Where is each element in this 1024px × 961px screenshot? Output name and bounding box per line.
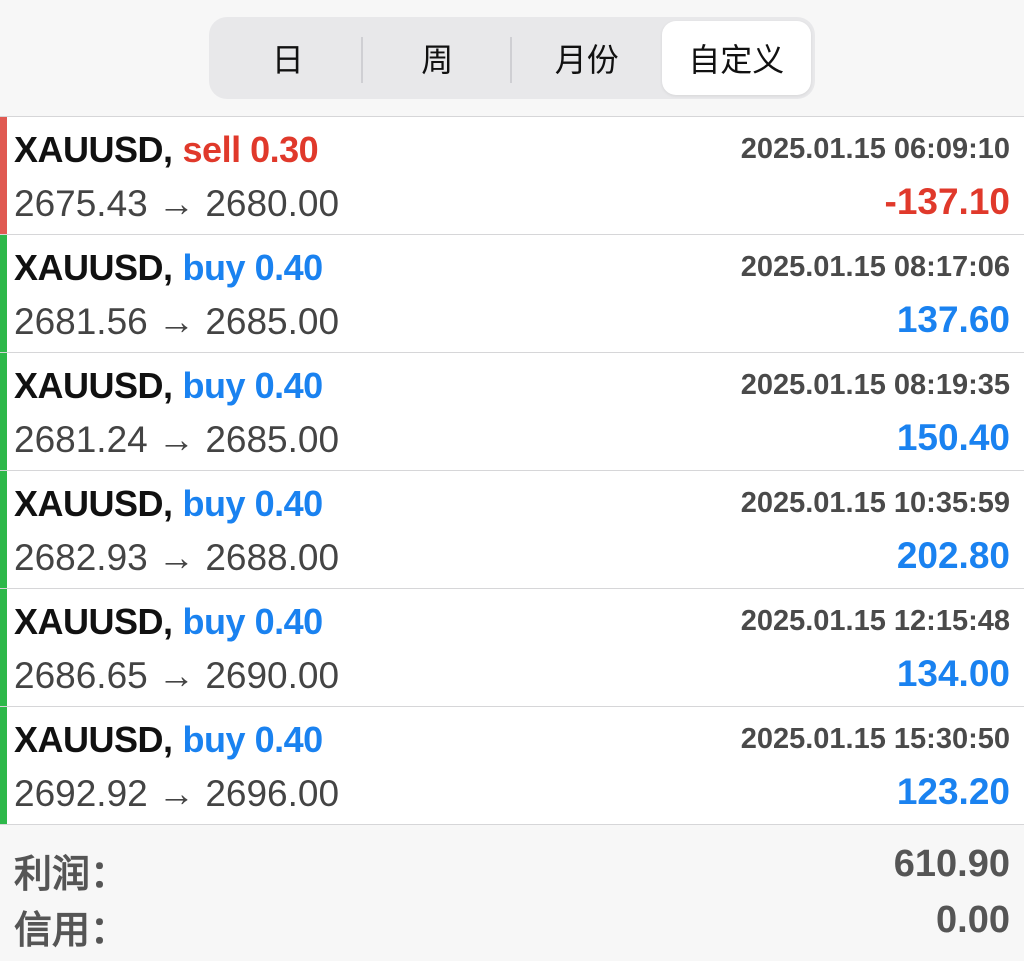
trade-profit-loss: 150.40 [896, 417, 1010, 458]
close-price: 2680.00 [205, 183, 340, 224]
close-price: 2685.00 [205, 301, 340, 342]
trade-title: XAUUSD, buy 0.40 [14, 601, 323, 643]
trade-profit-loss: 137.60 [896, 299, 1010, 340]
period-header: 日 周 月份 自定义 [0, 0, 1024, 116]
side-indicator-bar [0, 707, 7, 824]
trade-volume: 0.40 [254, 601, 324, 642]
trade-row[interactable]: XAUUSD, sell 0.30 2025.01.15 06:09:10 267… [0, 117, 1024, 235]
profit-total: 610.90 [893, 843, 1010, 885]
trade-volume: 0.40 [254, 719, 324, 760]
credit-total: 0.00 [936, 899, 1010, 941]
trade-prices: 2675.43 → 2680.00 [14, 183, 340, 224]
trade-side: buy [182, 483, 246, 524]
side-indicator-bar [0, 235, 7, 352]
trade-side: sell [182, 129, 242, 170]
close-price: 2685.00 [205, 419, 340, 460]
open-price: 2686.65 [14, 655, 148, 696]
trade-prices: 2682.93 → 2688.00 [14, 537, 340, 578]
trade-prices: 2692.92 → 2696.00 [14, 773, 340, 814]
trade-symbol: XAUUSD, [14, 483, 173, 524]
side-indicator-bar [0, 353, 7, 470]
trade-volume: 0.40 [254, 365, 324, 406]
trade-title: XAUUSD, buy 0.40 [14, 719, 323, 761]
trade-row[interactable]: XAUUSD, buy 0.40 2025.01.15 08:19:35 2681… [0, 353, 1024, 471]
side-indicator-bar [0, 471, 7, 588]
trade-prices: 2686.65 → 2690.00 [14, 655, 340, 696]
open-price: 2681.24 [14, 419, 148, 460]
trade-time: 2025.01.15 08:17:06 [740, 251, 1010, 283]
trade-row[interactable]: XAUUSD, buy 0.40 2025.01.15 10:35:59 2682… [0, 471, 1024, 589]
trade-symbol: XAUUSD, [14, 365, 173, 406]
credit-summary-row: 信用： 0.00 [0, 883, 1024, 952]
tab-custom[interactable]: 自定义 [661, 21, 811, 95]
tab-day[interactable]: 日 [213, 21, 363, 95]
trade-prices: 2681.56 → 2685.00 [14, 301, 340, 342]
trade-title: XAUUSD, sell 0.30 [14, 129, 319, 171]
trade-time: 2025.01.15 10:35:59 [740, 487, 1010, 519]
tab-week[interactable]: 周 [363, 21, 513, 95]
trade-volume: 0.40 [254, 247, 324, 288]
period-segmented-control: 日 周 月份 自定义 [209, 17, 815, 99]
side-indicator-bar [0, 117, 7, 234]
trade-profit-loss: 123.20 [896, 771, 1010, 812]
trade-profit-loss: -137.10 [884, 181, 1011, 222]
close-price: 2690.00 [205, 655, 340, 696]
trade-time: 2025.01.15 12:15:48 [740, 605, 1010, 637]
account-summary: 利润： 610.90 信用： 0.00 [0, 827, 1024, 961]
side-indicator-bar [0, 589, 7, 706]
trade-prices: 2681.24 → 2685.00 [14, 419, 340, 460]
trade-time: 2025.01.15 15:30:50 [740, 723, 1010, 755]
trade-symbol: XAUUSD, [14, 719, 173, 760]
trade-side: buy [182, 247, 246, 288]
trade-symbol: XAUUSD, [14, 601, 173, 642]
trade-side: buy [182, 601, 246, 642]
profit-summary-row: 利润： 610.90 [0, 827, 1024, 896]
trade-symbol: XAUUSD, [14, 247, 173, 288]
credit-label: 信用： [14, 910, 129, 952]
tab-month[interactable]: 月份 [512, 21, 662, 95]
open-price: 2692.92 [14, 773, 148, 814]
trade-profit-loss: 202.80 [896, 535, 1010, 576]
open-price: 2681.56 [14, 301, 148, 342]
trade-side: buy [182, 365, 246, 406]
close-price: 2688.00 [205, 537, 340, 578]
trade-history-list: XAUUSD, sell 0.30 2025.01.15 06:09:10 267… [0, 116, 1024, 825]
close-price: 2696.00 [205, 773, 340, 814]
trade-time: 2025.01.15 08:19:35 [740, 369, 1010, 401]
open-price: 2682.93 [14, 537, 148, 578]
trade-title: XAUUSD, buy 0.40 [14, 365, 323, 407]
trade-row[interactable]: XAUUSD, buy 0.40 2025.01.15 12:15:48 2686… [0, 589, 1024, 707]
trade-title: XAUUSD, buy 0.40 [14, 483, 323, 525]
trade-profit-loss: 134.00 [896, 653, 1010, 694]
trade-row[interactable]: XAUUSD, buy 0.40 2025.01.15 08:17:06 2681… [0, 235, 1024, 353]
trade-volume: 0.30 [250, 129, 319, 170]
trade-title: XAUUSD, buy 0.40 [14, 247, 323, 289]
trade-row[interactable]: XAUUSD, buy 0.40 2025.01.15 15:30:50 2692… [0, 707, 1024, 825]
trade-side: buy [182, 719, 246, 760]
trade-time: 2025.01.15 06:09:10 [740, 133, 1010, 165]
open-price: 2675.43 [14, 183, 148, 224]
trade-volume: 0.40 [254, 483, 324, 524]
trade-symbol: XAUUSD, [14, 129, 173, 170]
